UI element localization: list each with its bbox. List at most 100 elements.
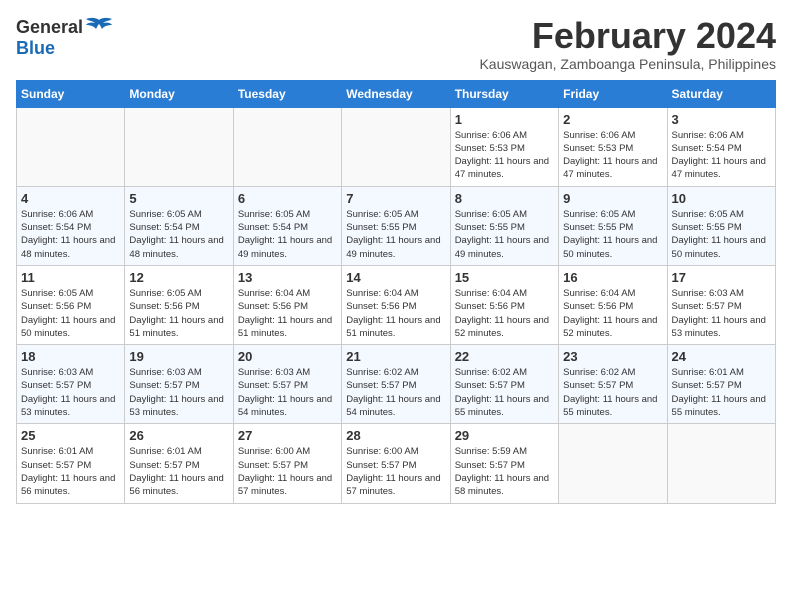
day-number: 8 — [455, 191, 554, 206]
day-number: 3 — [672, 112, 771, 127]
logo: General Blue — [16, 16, 113, 59]
day-number: 17 — [672, 270, 771, 285]
calendar-cell: 10 Sunrise: 6:05 AMSunset: 5:55 PMDayligh… — [667, 186, 775, 265]
day-number: 16 — [563, 270, 662, 285]
day-number: 4 — [21, 191, 120, 206]
calendar-cell: 20 Sunrise: 6:03 AMSunset: 5:57 PMDayligh… — [233, 345, 341, 424]
day-info: Sunrise: 6:04 AMSunset: 5:56 PMDaylight:… — [238, 287, 337, 340]
day-info: Sunrise: 6:03 AMSunset: 5:57 PMDaylight:… — [238, 366, 337, 419]
calendar-cell: 27 Sunrise: 6:00 AMSunset: 5:57 PMDayligh… — [233, 424, 341, 503]
header-wednesday: Wednesday — [342, 80, 450, 107]
day-number: 14 — [346, 270, 445, 285]
calendar-cell: 2 Sunrise: 6:06 AMSunset: 5:53 PMDaylight… — [559, 107, 667, 186]
calendar-cell: 16 Sunrise: 6:04 AMSunset: 5:56 PMDayligh… — [559, 265, 667, 344]
day-info: Sunrise: 6:05 AMSunset: 5:56 PMDaylight:… — [129, 287, 228, 340]
calendar-title: February 2024 — [479, 16, 776, 56]
day-number: 19 — [129, 349, 228, 364]
logo-general-text: General — [16, 17, 83, 38]
day-number: 25 — [21, 428, 120, 443]
day-info: Sunrise: 6:01 AMSunset: 5:57 PMDaylight:… — [129, 445, 228, 498]
day-number: 5 — [129, 191, 228, 206]
day-info: Sunrise: 6:06 AMSunset: 5:53 PMDaylight:… — [455, 129, 554, 182]
day-info: Sunrise: 6:05 AMSunset: 5:56 PMDaylight:… — [21, 287, 120, 340]
day-number: 23 — [563, 349, 662, 364]
day-info: Sunrise: 6:06 AMSunset: 5:53 PMDaylight:… — [563, 129, 662, 182]
week-row-3: 11Sunrise: 6:05 AMSunset: 5:56 PMDayligh… — [17, 265, 776, 344]
day-number: 6 — [238, 191, 337, 206]
day-number: 24 — [672, 349, 771, 364]
day-info: Sunrise: 6:02 AMSunset: 5:57 PMDaylight:… — [346, 366, 445, 419]
day-info: Sunrise: 6:05 AMSunset: 5:54 PMDaylight:… — [238, 208, 337, 261]
calendar-cell: 7 Sunrise: 6:05 AMSunset: 5:55 PMDaylight… — [342, 186, 450, 265]
calendar-cell — [233, 107, 341, 186]
header-monday: Monday — [125, 80, 233, 107]
calendar-cell: 9 Sunrise: 6:05 AMSunset: 5:55 PMDaylight… — [559, 186, 667, 265]
calendar-cell — [342, 107, 450, 186]
calendar-cell: 13 Sunrise: 6:04 AMSunset: 5:56 PMDayligh… — [233, 265, 341, 344]
calendar-cell: 15 Sunrise: 6:04 AMSunset: 5:56 PMDayligh… — [450, 265, 558, 344]
day-info: Sunrise: 6:05 AMSunset: 5:55 PMDaylight:… — [672, 208, 771, 261]
day-info: Sunrise: 6:03 AMSunset: 5:57 PMDaylight:… — [129, 366, 228, 419]
day-number: 2 — [563, 112, 662, 127]
week-row-4: 18 Sunrise: 6:03 AMSunset: 5:57 PMDayligh… — [17, 345, 776, 424]
title-section: February 2024 Kauswagan, Zamboanga Penin… — [479, 16, 776, 72]
calendar-cell: 22 Sunrise: 6:02 AMSunset: 5:57 PMDayligh… — [450, 345, 558, 424]
logo-bird-icon — [85, 16, 113, 38]
calendar-cell — [17, 107, 125, 186]
calendar-cell — [559, 424, 667, 503]
calendar-cell: 29Sunrise: 5:59 AMSunset: 5:57 PMDayligh… — [450, 424, 558, 503]
calendar-cell: 8Sunrise: 6:05 AMSunset: 5:55 PMDaylight… — [450, 186, 558, 265]
day-number: 22 — [455, 349, 554, 364]
day-number: 20 — [238, 349, 337, 364]
day-info: Sunrise: 6:05 AMSunset: 5:55 PMDaylight:… — [563, 208, 662, 261]
day-info: Sunrise: 6:01 AMSunset: 5:57 PMDaylight:… — [21, 445, 120, 498]
day-number: 27 — [238, 428, 337, 443]
day-info: Sunrise: 6:04 AMSunset: 5:56 PMDaylight:… — [563, 287, 662, 340]
week-row-5: 25 Sunrise: 6:01 AMSunset: 5:57 PMDayligh… — [17, 424, 776, 503]
day-number: 12 — [129, 270, 228, 285]
week-row-1: 1 Sunrise: 6:06 AMSunset: 5:53 PMDaylight… — [17, 107, 776, 186]
header-friday: Friday — [559, 80, 667, 107]
day-info: Sunrise: 6:00 AMSunset: 5:57 PMDaylight:… — [238, 445, 337, 498]
day-info: Sunrise: 6:00 AMSunset: 5:57 PMDaylight:… — [346, 445, 445, 498]
day-info: Sunrise: 6:03 AMSunset: 5:57 PMDaylight:… — [21, 366, 120, 419]
page-header: General Blue February 2024 Kauswagan, Za… — [16, 16, 776, 72]
calendar-cell: 5 Sunrise: 6:05 AMSunset: 5:54 PMDaylight… — [125, 186, 233, 265]
day-number: 15 — [455, 270, 554, 285]
calendar-table: SundayMondayTuesdayWednesdayThursdayFrid… — [16, 80, 776, 504]
day-info: Sunrise: 6:05 AMSunset: 5:54 PMDaylight:… — [129, 208, 228, 261]
day-number: 9 — [563, 191, 662, 206]
week-row-2: 4 Sunrise: 6:06 AMSunset: 5:54 PMDaylight… — [17, 186, 776, 265]
calendar-subtitle: Kauswagan, Zamboanga Peninsula, Philippi… — [479, 56, 776, 72]
day-info: Sunrise: 6:03 AMSunset: 5:57 PMDaylight:… — [672, 287, 771, 340]
day-info: Sunrise: 6:01 AMSunset: 5:57 PMDaylight:… — [672, 366, 771, 419]
day-info: Sunrise: 6:06 AMSunset: 5:54 PMDaylight:… — [672, 129, 771, 182]
calendar-cell: 4 Sunrise: 6:06 AMSunset: 5:54 PMDaylight… — [17, 186, 125, 265]
day-info: Sunrise: 6:04 AMSunset: 5:56 PMDaylight:… — [346, 287, 445, 340]
calendar-cell: 28 Sunrise: 6:00 AMSunset: 5:57 PMDayligh… — [342, 424, 450, 503]
calendar-cell — [125, 107, 233, 186]
day-number: 10 — [672, 191, 771, 206]
header-sunday: Sunday — [17, 80, 125, 107]
day-info: Sunrise: 6:06 AMSunset: 5:54 PMDaylight:… — [21, 208, 120, 261]
day-info: Sunrise: 6:04 AMSunset: 5:56 PMDaylight:… — [455, 287, 554, 340]
header-saturday: Saturday — [667, 80, 775, 107]
calendar-cell: 17 Sunrise: 6:03 AMSunset: 5:57 PMDayligh… — [667, 265, 775, 344]
day-number: 7 — [346, 191, 445, 206]
day-number: 1 — [455, 112, 554, 127]
day-number: 28 — [346, 428, 445, 443]
calendar-cell: 21Sunrise: 6:02 AMSunset: 5:57 PMDayligh… — [342, 345, 450, 424]
day-info: Sunrise: 6:05 AMSunset: 5:55 PMDaylight:… — [346, 208, 445, 261]
day-number: 18 — [21, 349, 120, 364]
calendar-cell: 11Sunrise: 6:05 AMSunset: 5:56 PMDayligh… — [17, 265, 125, 344]
calendar-cell: 18 Sunrise: 6:03 AMSunset: 5:57 PMDayligh… — [17, 345, 125, 424]
day-number: 13 — [238, 270, 337, 285]
logo-blue-text: Blue — [16, 38, 55, 59]
calendar-cell — [667, 424, 775, 503]
day-info: Sunrise: 6:02 AMSunset: 5:57 PMDaylight:… — [563, 366, 662, 419]
calendar-cell: 26Sunrise: 6:01 AMSunset: 5:57 PMDayligh… — [125, 424, 233, 503]
header-thursday: Thursday — [450, 80, 558, 107]
header-tuesday: Tuesday — [233, 80, 341, 107]
day-info: Sunrise: 6:02 AMSunset: 5:57 PMDaylight:… — [455, 366, 554, 419]
calendar-cell: 6 Sunrise: 6:05 AMSunset: 5:54 PMDaylight… — [233, 186, 341, 265]
